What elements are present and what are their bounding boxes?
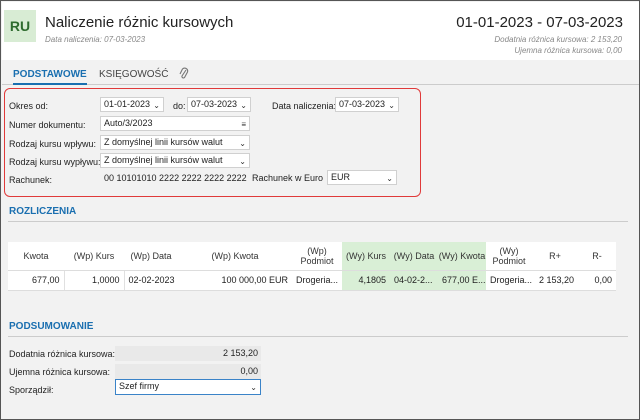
sporzadzil-label: Sporządził: [9, 385, 54, 395]
table-cell: 677,00 [8, 270, 64, 291]
waluta-value: EUR [331, 172, 351, 182]
column-header[interactable]: (Wp) Kurs [64, 242, 124, 271]
chevron-down-icon: ⌄ [153, 101, 160, 110]
chevron-down-icon: ⌄ [250, 383, 257, 392]
column-header[interactable]: Kwota [8, 242, 64, 271]
kurs-wplywu-label: Rodzaj kursu wpływu: [9, 139, 97, 149]
data-naliczenia-label: Data naliczenia: [272, 101, 337, 111]
positive-sum-summary: Dodatnia różnica kursowa: 2 153,20 [494, 35, 622, 44]
waluta-select[interactable]: EUR ⌄ [327, 170, 397, 185]
tab-ksiegowosc[interactable]: KSIĘGOWOŚĆ [99, 69, 168, 80]
dodatnia-value: 2 153,20 [115, 346, 261, 361]
podsumowanie-title: PODSUMOWANIE [9, 321, 94, 332]
tab-podstawowe[interactable]: PODSTAWOWE [13, 69, 87, 85]
section-divider [8, 336, 628, 337]
okres-od-field[interactable]: 01-01-2023 ⌄ [100, 97, 164, 112]
rachunek-name: Rachunek w Euro [252, 173, 324, 183]
negative-sum-summary: Ujemna różnica kursowa: 0,00 [514, 46, 622, 55]
column-header[interactable]: (Wy) Kurs [342, 242, 390, 271]
sporzadzil-value: Szef firmy [119, 381, 160, 391]
section-divider [8, 221, 628, 222]
page-title: Naliczenie różnic kursowych [45, 14, 234, 31]
chevron-down-icon: ⌄ [239, 157, 246, 166]
chevron-down-icon: ⌄ [239, 139, 246, 148]
table-cell: 0,00 [578, 270, 616, 291]
kurs-wplywu-select[interactable]: Z domyślnej linii kursów walut ⌄ [100, 135, 250, 150]
table-cell: 677,00 E... [438, 270, 486, 291]
table-row[interactable]: 677,00 1,0000 02-02-2023 100 000,00 EUR … [8, 269, 616, 291]
period-range: 01-01-2023 - 07-03-2023 [456, 14, 623, 31]
column-header[interactable]: (Wy) Kwota [438, 242, 486, 271]
table-header-row: Kwota (Wp) Kurs (Wp) Data (Wp) Kwota (Wp… [8, 242, 616, 271]
data-naliczenia-value: 07-03-2023 [339, 99, 386, 109]
table-cell: 4,1805 [342, 270, 390, 291]
data-naliczenia-field[interactable]: 07-03-2023 ⌄ [335, 97, 399, 112]
table-cell: Drogeria... [486, 270, 532, 291]
kurs-wyplywu-label: Rodzaj kursu wypływu: [9, 157, 101, 167]
column-header[interactable]: (Wy) Data [390, 242, 438, 271]
table-cell: 04-02-2... [390, 270, 438, 291]
ujemna-label: Ujemna różnica kursowa: [9, 367, 111, 377]
chevron-down-icon: ⌄ [386, 174, 393, 183]
column-header[interactable]: (Wy) Podmiot [486, 242, 532, 271]
document-type-badge: RU [4, 10, 36, 42]
numer-dokumentu-field[interactable]: Auto/3/2023 ≡ [100, 116, 250, 131]
rozliczenia-title: ROZLICZENIA [9, 206, 77, 217]
column-header[interactable]: R+ [532, 242, 578, 271]
chevron-down-icon: ⌄ [240, 101, 247, 110]
okres-od-label: Okres od: [9, 101, 49, 111]
paperclip-icon[interactable] [179, 67, 189, 81]
kurs-wyplywu-value: Z domyślnej linii kursów walut [104, 155, 223, 165]
accrual-date-subtitle: Data naliczenia: 07-03-2023 [45, 35, 146, 44]
dodatnia-label: Dodatnia różnica kursowa: [9, 349, 116, 359]
column-header[interactable]: (Wp) Data [124, 242, 178, 271]
chevron-down-icon: ⌄ [388, 101, 395, 110]
numer-dokumentu-value: Auto/3/2023 [104, 118, 153, 128]
app-window: RU Naliczenie różnic kursowych Data nali… [0, 0, 640, 420]
table-cell: Drogeria... [292, 270, 342, 291]
menu-icon[interactable]: ≡ [241, 118, 246, 130]
kurs-wplywu-value: Z domyślnej linii kursów walut [104, 137, 223, 147]
rachunek-number: 00 10101010 2222 2222 2222 2222 [104, 173, 247, 183]
rozliczenia-table: Kwota (Wp) Kurs (Wp) Data (Wp) Kwota (Wp… [8, 242, 616, 291]
ujemna-value: 0,00 [115, 364, 261, 379]
kurs-wyplywu-select[interactable]: Z domyślnej linii kursów walut ⌄ [100, 153, 250, 168]
table-cell: 02-02-2023 [124, 270, 178, 291]
table-cell: 100 000,00 EUR [178, 270, 292, 291]
table-cell[interactable]: 1,0000 [63, 269, 125, 291]
okres-do-label: do: [173, 101, 186, 111]
okres-do-value: 07-03-2023 [191, 99, 238, 109]
column-header[interactable]: (Wp) Kwota [178, 242, 292, 271]
sporzadzil-select[interactable]: Szef firmy ⌄ [115, 379, 261, 395]
column-header[interactable]: R- [578, 242, 616, 271]
table-cell: 2 153,20 [532, 270, 578, 291]
rachunek-label: Rachunek: [9, 175, 53, 185]
okres-od-value: 01-01-2023 [104, 99, 151, 109]
document-header: RU Naliczenie różnic kursowych Data nali… [2, 2, 639, 60]
okres-do-field[interactable]: 07-03-2023 ⌄ [187, 97, 251, 112]
tab-bar: PODSTAWOWE KSIĘGOWOŚĆ [2, 65, 639, 85]
column-header[interactable]: (Wp) Podmiot [292, 242, 342, 271]
numer-dokumentu-label: Numer dokumentu: [9, 120, 86, 130]
